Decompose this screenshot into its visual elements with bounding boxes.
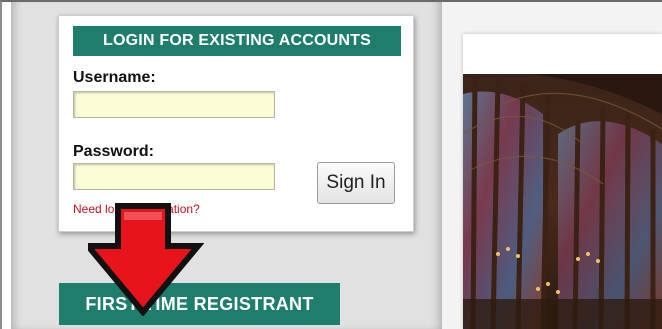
- password-input[interactable]: [73, 163, 275, 190]
- down-arrow-icon: [88, 203, 205, 316]
- cathedral-photo: [463, 74, 662, 329]
- username-label: Username:: [73, 69, 156, 86]
- login-header: LOGIN FOR EXISTING ACCOUNTS: [73, 26, 401, 56]
- sign-in-button[interactable]: Sign In: [317, 162, 395, 204]
- password-label: Password:: [73, 143, 154, 160]
- username-input[interactable]: [73, 91, 275, 118]
